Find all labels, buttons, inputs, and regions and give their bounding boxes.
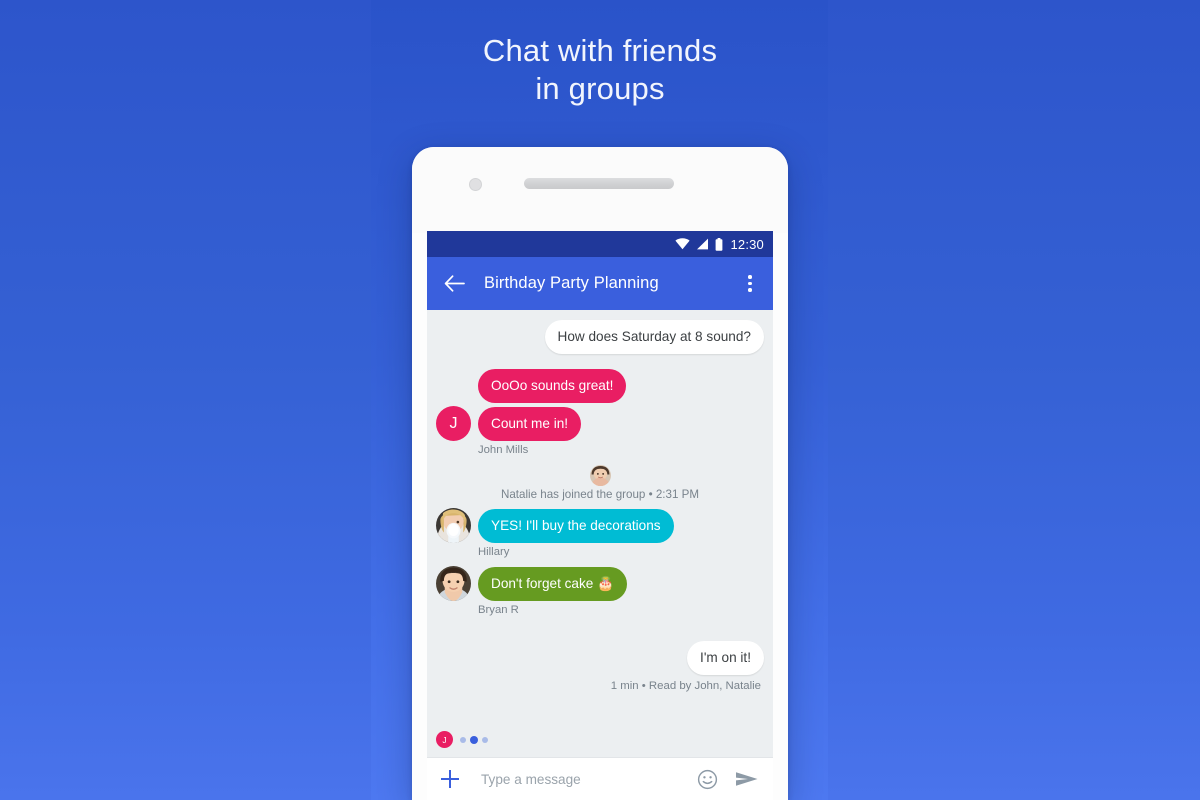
message-composer — [427, 757, 773, 800]
avatar-john[interactable]: J — [436, 406, 471, 441]
message-row: OoOo sounds great! — [436, 368, 764, 403]
back-button[interactable] — [441, 271, 467, 297]
battery-icon — [716, 237, 723, 251]
overflow-dot — [748, 275, 752, 279]
message-bubble-saturday[interactable]: How does Saturday at 8 sound? — [544, 320, 764, 354]
cell-signal-icon — [697, 238, 709, 250]
sender-name-john: John Mills — [478, 444, 529, 456]
app-bar: Birthday Party Planning — [427, 257, 773, 310]
message-bubble-oooo[interactable]: OoOo sounds great! — [478, 369, 627, 403]
sender-name-bryan: Bryan R — [478, 604, 519, 616]
background-band-left — [0, 0, 371, 800]
message-bubble-cake[interactable]: Don't forget cake 🎂 — [478, 567, 628, 601]
join-notice-text: Natalie has joined the group • 2:31 PM — [500, 488, 700, 501]
message-input[interactable] — [481, 771, 694, 787]
promo-headline-line-2: in groups — [535, 71, 665, 106]
message-bubble-im-on-it[interactable]: I'm on it! — [687, 641, 764, 675]
natalie-avatar — [589, 465, 611, 486]
typing-dot — [460, 736, 466, 743]
read-receipt-text: 1 min • Read by John, Natalie — [610, 680, 761, 692]
typing-dot — [482, 736, 488, 743]
status-bar: 12:30 — [427, 231, 773, 257]
message-row: I'm on it! — [436, 641, 764, 675]
typing-avatar-john: J — [436, 731, 453, 748]
avatar-photo — [436, 566, 471, 601]
typing-dot — [470, 735, 478, 744]
message-bubble-decorations[interactable]: YES! I'll buy the decorations — [478, 509, 674, 543]
promo-headline-line-1: Chat with friends — [482, 33, 718, 68]
plus-icon[interactable] — [439, 768, 461, 790]
overflow-dot — [748, 288, 752, 292]
phone-top-bezel — [412, 147, 788, 233]
front-camera-icon — [469, 178, 482, 191]
message-row: How does Saturday at 8 sound? — [436, 320, 764, 354]
more-vertical-icon[interactable] — [739, 271, 761, 297]
typing-dots — [460, 735, 488, 744]
earpiece-speaker — [524, 178, 674, 189]
phone-screen: 12:30 Birthday Party Planning How does S… — [427, 231, 773, 800]
emoji-smiley-glyph — [697, 769, 717, 789]
message-row: J Count me in! — [436, 406, 764, 441]
sender-name-hillary: Hillary — [478, 546, 510, 558]
status-bar-clock: 12:30 — [730, 236, 764, 252]
overflow-dot — [748, 281, 752, 286]
conversation-title: Birthday Party Planning — [484, 274, 659, 292]
phone-mockup: 12:30 Birthday Party Planning How does S… — [412, 147, 788, 800]
typing-avatar-initial: J — [442, 734, 447, 745]
message-list[interactable]: How does Saturday at 8 sound? OoOo sound… — [427, 310, 773, 757]
message-bubble-count-me-in[interactable]: Count me in! — [478, 407, 582, 441]
typing-indicator: J — [436, 731, 488, 748]
avatar-bryan[interactable] — [436, 566, 471, 601]
avatar-photo — [436, 508, 471, 543]
send-glyph — [736, 772, 758, 786]
promo-headline: Chat with friends in groups — [0, 32, 1200, 108]
system-join-notice: Natalie has joined the group • 2:31 PM — [436, 465, 764, 501]
avatar-initial-label: J — [449, 414, 458, 432]
arrow-back-icon — [444, 275, 465, 292]
message-row: YES! I'll buy the decorations — [436, 508, 764, 543]
send-paper-plane-icon[interactable] — [734, 766, 760, 792]
avatar-hillary[interactable] — [436, 508, 471, 543]
background-band-right — [828, 0, 1200, 800]
emoji-smiley-icon[interactable] — [694, 766, 720, 792]
message-row: Don't forget cake 🎂 — [436, 566, 764, 601]
avatar-spacer — [436, 368, 471, 403]
wifi-icon — [675, 238, 691, 250]
avatar-photo — [589, 465, 611, 486]
